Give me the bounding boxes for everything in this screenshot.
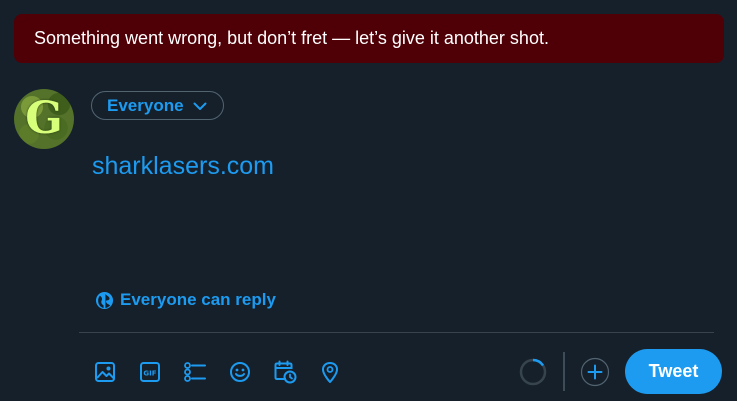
globe-icon [95,291,114,310]
poll-icon[interactable] [183,360,207,384]
avatar-letter: G [25,93,63,144]
character-count-ring [518,357,548,387]
schedule-icon[interactable] [273,360,297,384]
emoji-icon[interactable] [228,360,252,384]
add-tweet-button[interactable] [580,357,610,387]
gif-icon[interactable]: GIF [138,360,162,384]
compose-tweet-page: Something went wrong, but don’t fret — l… [0,0,737,401]
tweet-text-input[interactable]: sharklasers.com [92,152,274,181]
avatar[interactable]: G [14,89,74,149]
reply-setting-button[interactable]: Everyone can reply [95,290,276,310]
toolbar-divider [79,332,714,333]
location-icon[interactable] [318,360,342,384]
chevron-down-icon [192,98,208,114]
reply-setting-label: Everyone can reply [120,290,276,309]
audience-selector-button[interactable]: Everyone [91,91,224,120]
error-banner: Something went wrong, but don’t fret — l… [14,14,724,63]
svg-text:GIF: GIF [143,370,156,378]
toolbar-separator [563,352,565,391]
image-icon[interactable] [93,360,117,384]
plus-icon [580,357,610,387]
error-message: Something went wrong, but don’t fret — l… [34,28,549,48]
audience-label: Everyone [107,95,184,115]
tweet-button[interactable]: Tweet [625,349,722,394]
